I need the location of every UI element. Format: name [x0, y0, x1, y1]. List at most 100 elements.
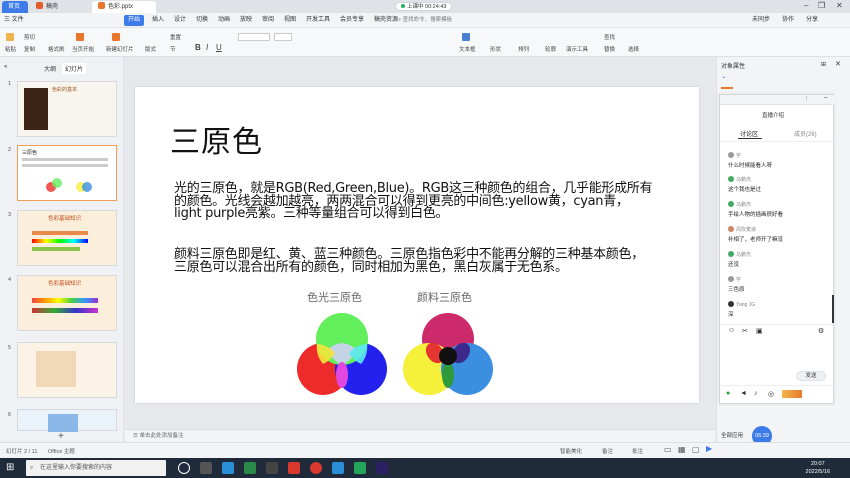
photoshop-icon[interactable]	[376, 462, 388, 474]
microphone-icon[interactable]: ●	[726, 390, 730, 397]
minimize-icon[interactable]: –	[804, 1, 808, 10]
slide-thumbnail-4[interactable]: 色彩基础知识	[17, 275, 117, 331]
app-icon[interactable]	[222, 462, 234, 474]
slide-thumbnail-2[interactable]: 三原色	[17, 145, 117, 201]
chat-menu-icon[interactable]: ⋮	[804, 96, 809, 102]
music-icon[interactable]: ♪	[754, 390, 758, 397]
maximize-icon[interactable]: ❐	[818, 1, 825, 10]
menu-design[interactable]: 设计	[174, 15, 186, 26]
reset-button[interactable]: 重置	[170, 33, 181, 41]
slide-paragraph-light[interactable]: 光的三原色，就是RGB(Red,Green,Blue)。RGB这三种颜色的组合，…	[174, 182, 654, 221]
cut-button[interactable]: 剪切	[24, 33, 35, 41]
section-button[interactable]: 节	[170, 45, 176, 53]
chat-scrollbar[interactable]	[832, 295, 834, 323]
tab-members[interactable]: 成员(26)	[794, 129, 817, 138]
task-view-icon[interactable]	[200, 462, 212, 474]
panel-close-icon[interactable]: ✕	[835, 60, 841, 68]
new-slide-icon[interactable]	[112, 33, 122, 41]
live-class-timer[interactable]: 上课中 00:24:43	[395, 2, 453, 11]
emoji-icon[interactable]: ☺	[728, 327, 735, 334]
paste-label[interactable]: 粘贴	[5, 45, 16, 53]
paste-button[interactable]	[6, 33, 16, 41]
copy-button[interactable]: 复制	[24, 45, 35, 53]
menu-animation[interactable]: 动画	[218, 15, 230, 26]
taskbar-search-input[interactable]: ⌕ 在这里输入你要搜索的内容	[26, 460, 166, 476]
chat-message-input[interactable]	[728, 339, 828, 369]
app-icon[interactable]	[332, 462, 344, 474]
comments-button[interactable]: 批注	[632, 447, 643, 455]
tab-doc-color-pptx[interactable]: 色彩.pptx	[92, 1, 156, 13]
send-button[interactable]: 发送	[796, 371, 826, 381]
app-icon[interactable]	[244, 462, 256, 474]
menu-review[interactable]: 审阅	[262, 15, 274, 26]
menu-gaoke-resources[interactable]: 稿壳资源	[374, 15, 398, 26]
tab-doc-gaoke[interactable]: 稿壳	[30, 1, 90, 13]
slide-title[interactable]: 三原色	[170, 117, 263, 161]
slideshow-tools-button[interactable]: 演示工具	[566, 45, 588, 53]
underline-icon[interactable]: U	[216, 43, 222, 52]
notes-toggle-button[interactable]: 备注	[602, 447, 613, 455]
select-button[interactable]: 选择	[628, 45, 639, 53]
property-icon[interactable]: ◔	[721, 75, 725, 82]
tab-outline[interactable]: 大纲	[44, 64, 56, 73]
scissors-icon[interactable]: ✂	[742, 327, 748, 335]
menu-view[interactable]: 视图	[284, 15, 296, 26]
panel-pin-icon[interactable]: ⊞	[821, 61, 826, 68]
layout-button[interactable]: 版式	[145, 45, 156, 53]
netease-music-icon[interactable]	[310, 462, 322, 474]
font-size-select[interactable]	[274, 33, 292, 41]
new-slide-button[interactable]: 新建幻灯片	[106, 45, 134, 53]
command-search-input[interactable]: ⌕ 查找命令、搜索模板	[398, 15, 460, 25]
live-intro-link[interactable]: 直播介绍	[762, 111, 784, 119]
outline-button[interactable]: 轮廓	[545, 45, 556, 53]
share-button[interactable]: 分享	[806, 15, 818, 26]
app-icon[interactable]	[266, 462, 278, 474]
slide-thumbnail-5[interactable]	[17, 342, 117, 398]
settings-icon[interactable]: ⚙	[818, 327, 824, 335]
slide-paragraph-pigment[interactable]: 颜料三原色即是红、黄、蓝三种颜色。三原色指色彩中不能再分解的三种基本颜色，三原色…	[174, 248, 654, 274]
cortana-icon[interactable]	[178, 462, 190, 474]
font-family-select[interactable]	[238, 33, 270, 41]
play-slideshow-icon[interactable]: ▶	[706, 444, 712, 453]
notes-bar[interactable]: ☰ 单击此处添加备注	[125, 429, 715, 442]
menu-file[interactable]: 三 文件	[4, 15, 24, 26]
menu-developer[interactable]: 开发工具	[306, 15, 330, 26]
arrange-button[interactable]: 排列	[518, 45, 529, 53]
slide-thumbnail-6[interactable]	[17, 409, 117, 432]
menu-member[interactable]: 会员专享	[340, 15, 364, 26]
play-from-current-button[interactable]: 当页开始	[72, 45, 94, 53]
menu-start[interactable]: 开始	[124, 15, 145, 26]
text-box-icon[interactable]	[462, 33, 472, 41]
reading-view-icon[interactable]: ▢	[692, 445, 700, 454]
sorter-view-icon[interactable]: ▦	[678, 445, 686, 454]
sync-status[interactable]: 未同步	[752, 15, 770, 26]
collaborate-button[interactable]: 协作	[782, 15, 794, 26]
replace-button[interactable]: 替换	[604, 45, 615, 53]
close-icon[interactable]: ✕	[836, 1, 843, 10]
wps-icon[interactable]	[288, 462, 300, 474]
wechat-icon[interactable]	[354, 462, 366, 474]
play-from-current-icon[interactable]	[76, 33, 86, 41]
tab-home[interactable]: 首页	[2, 1, 28, 13]
slide-thumbnail-3[interactable]: 色彩基础知识	[17, 210, 117, 266]
smart-beautify-button[interactable]: 智能美化	[560, 447, 582, 455]
image-icon[interactable]: ▣	[756, 327, 763, 335]
collapse-panel-icon[interactable]: «	[4, 64, 7, 70]
tab-discussion[interactable]: 讨论区	[740, 129, 758, 138]
menu-insert[interactable]: 插入	[152, 15, 164, 26]
format-painter-button[interactable]: 格式刷	[48, 45, 65, 53]
chat-minimize-icon[interactable]: –	[824, 95, 827, 101]
add-slide-icon[interactable]: +	[58, 431, 64, 442]
bold-icon[interactable]: B	[195, 43, 201, 52]
windows-start-icon[interactable]: ⊞	[6, 462, 14, 473]
tab-slides[interactable]: 幻灯片	[62, 63, 87, 74]
shape-button[interactable]: 形状	[490, 45, 501, 53]
taskbar-clock[interactable]: 20:07 2022/5/16	[806, 460, 830, 476]
italic-icon[interactable]: I	[206, 43, 208, 52]
menu-transition[interactable]: 切换	[196, 15, 208, 26]
menu-slideshow[interactable]: 放映	[240, 15, 252, 26]
all-apps-link[interactable]: 全部应用	[721, 431, 743, 439]
slide-canvas[interactable]: 三原色 光的三原色，就是RGB(Red,Green,Blue)。RGB这三种颜色…	[135, 87, 699, 403]
speaker-icon[interactable]: ◄	[740, 390, 747, 397]
find-button[interactable]: 查找	[604, 33, 615, 41]
